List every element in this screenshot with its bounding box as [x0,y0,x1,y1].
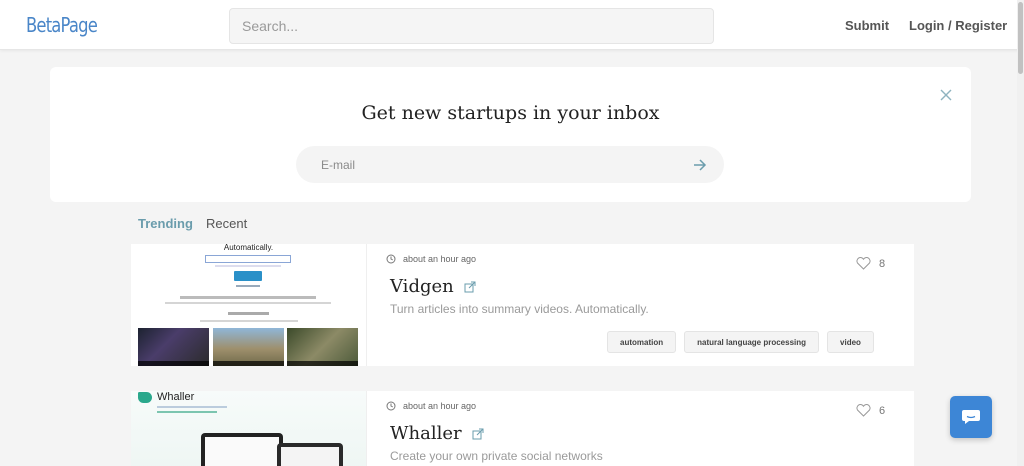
video-controls-bar [213,361,284,366]
thumbnail-video-2 [213,328,284,366]
startup-card-whaller[interactable]: Whaller about an hour ago Whaller Create… [131,391,914,466]
thumbnail-video-1 [138,328,209,366]
thumbnail-link-line [236,285,260,287]
like-button[interactable]: 6 [856,404,885,417]
startup-name[interactable]: Whaller [390,423,462,444]
video-controls-bar [287,361,358,366]
tab-trending[interactable]: Trending [138,216,193,231]
startup-title: Vidgen [390,276,476,297]
whaller-logo-text: Whaller [157,391,195,403]
thumbnail-laptop [201,433,283,466]
tag-natural-language-processing[interactable]: natural language processing [684,331,820,353]
startup-card-vidgen[interactable]: Automatically. about an hour ago Vidgen … [131,244,914,366]
post-time: about an hour ago [386,401,476,411]
external-link-icon[interactable] [472,428,484,440]
thumbnail-text-line [157,411,217,413]
external-link-icon[interactable] [464,281,476,293]
thumbnail-tablet [277,443,343,466]
thumbnail-text-line [200,320,298,322]
thumbnail-text-line [180,296,316,299]
submit-link[interactable]: Submit [845,18,889,33]
tab-recent[interactable]: Recent [206,216,247,231]
like-button[interactable]: 8 [856,257,885,270]
clock-icon [386,401,396,411]
search-input[interactable] [229,8,714,44]
tag-list: automation natural language processing v… [607,331,874,353]
whaller-thumbnail[interactable]: Whaller [131,391,366,466]
chat-widget-button[interactable] [950,396,992,438]
startup-description: Turn articles into summary videos. Autom… [390,302,649,316]
heart-icon [856,404,871,417]
card-divider [366,244,367,366]
tablet-screen [281,447,339,466]
post-time: about an hour ago [386,254,476,264]
chat-bubble-icon [962,410,980,424]
whaller-logo-icon [138,391,152,403]
newsletter-form [296,146,724,183]
post-time-text: about an hour ago [403,254,477,264]
thumbnail-make-video-button [234,271,262,281]
close-icon[interactable] [938,87,954,103]
top-navbar: BetaPage Submit Login / Register [0,0,1024,50]
thumbnail-hint-line [215,265,281,267]
startup-title: Whaller [390,423,484,444]
post-time-text: about an hour ago [403,401,477,411]
startup-description: Create your own private social networks [390,449,603,463]
video-controls-bar [138,361,209,366]
login-register-link[interactable]: Login / Register [909,18,1007,33]
scrollbar-thumb[interactable] [1018,2,1023,74]
laptop-screen [205,437,279,466]
tag-automation[interactable]: automation [607,331,677,353]
like-count: 6 [879,404,886,417]
thumbnail-text-line [157,406,227,408]
like-count: 8 [879,257,886,270]
arrow-right-icon[interactable] [691,156,709,174]
thumbnail-examples-line [228,312,269,315]
startup-name[interactable]: Vidgen [390,276,454,297]
newsletter-panel: Get new startups in your inbox [50,67,971,202]
heart-icon [856,257,871,270]
clock-icon [386,254,396,264]
whaller-logo: Whaller [138,391,194,403]
thumbnail-url-field [205,255,291,263]
card-divider [366,391,367,466]
page-scrollbar[interactable] [1017,0,1024,466]
newsletter-title: Get new startups in your inbox [361,102,660,124]
thumbnail-video-3 [287,328,358,366]
betapage-logo[interactable]: BetaPage [26,13,98,37]
tag-video[interactable]: video [827,331,874,353]
thumbnail-heading: Automatically. [223,244,274,252]
vidgen-thumbnail[interactable]: Automatically. [131,244,366,366]
thumbnail-text-line [165,302,331,304]
email-field[interactable] [296,146,676,183]
